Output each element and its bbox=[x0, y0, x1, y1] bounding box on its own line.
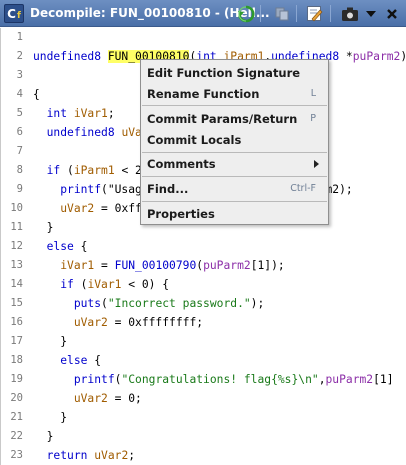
line-number: 17 bbox=[10, 335, 23, 347]
code-text: puts("Incorrect password."); bbox=[73, 297, 265, 310]
code-line: 23 return uVar2; bbox=[1, 446, 406, 465]
decompiler-app-icon: Cf bbox=[4, 4, 24, 23]
line-number: 20 bbox=[10, 392, 23, 404]
line-number: 15 bbox=[10, 297, 23, 309]
code-text: int iVar1; bbox=[46, 107, 115, 120]
app-icon-glyph: C bbox=[7, 6, 16, 21]
code-text: else { bbox=[60, 354, 102, 367]
line-number: 7 bbox=[16, 145, 23, 157]
menu-separator bbox=[142, 176, 327, 177]
context-menu: Edit Function Signature Rename Function … bbox=[140, 59, 329, 225]
line-number: 22 bbox=[10, 430, 23, 442]
code-text: return uVar2; bbox=[46, 449, 136, 462]
code-text: printf("Congratulations! flag{%s}\n",puP… bbox=[73, 373, 394, 386]
code-line: 19 printf("Congratulations! flag{%s}\n",… bbox=[1, 370, 406, 389]
window-titlebar: Cf Decompile: FUN_00100810 - (Hell... bbox=[0, 0, 406, 27]
menu-separator bbox=[142, 105, 327, 106]
code-text: else { bbox=[46, 240, 88, 253]
line-number: 9 bbox=[16, 183, 23, 195]
code-text: iVar1 = FUN_00100790(puParm2[1]); bbox=[60, 259, 285, 272]
menu-separator bbox=[142, 201, 327, 202]
code-text: { bbox=[33, 88, 40, 101]
line-number: 5 bbox=[16, 107, 23, 119]
code-line: 13 iVar1 = FUN_00100790(puParm2[1]); bbox=[1, 256, 406, 275]
code-line: 15 puts("Incorrect password."); bbox=[1, 294, 406, 313]
code-text: if (iParm1 < 2 bbox=[46, 164, 142, 177]
menu-item-find[interactable]: Find... Ctrl-F bbox=[141, 178, 328, 199]
refresh-icon[interactable] bbox=[236, 4, 256, 23]
submenu-arrow-icon bbox=[314, 160, 319, 168]
close-icon[interactable] bbox=[382, 4, 402, 23]
code-line: 22 } bbox=[1, 427, 406, 446]
code-text: } bbox=[33, 411, 68, 424]
menu-item-label: Commit Params/Return bbox=[147, 111, 298, 126]
menu-item-label: Find... bbox=[147, 181, 189, 196]
menu-item-rename-function[interactable]: Rename Function L bbox=[141, 83, 328, 104]
app-icon-sub-glyph: f bbox=[16, 10, 21, 21]
line-number: 13 bbox=[10, 259, 23, 271]
toolbar-separator bbox=[260, 5, 261, 22]
line-number: 8 bbox=[16, 164, 23, 176]
code-text: } bbox=[33, 221, 54, 234]
edit-icon[interactable] bbox=[304, 4, 324, 23]
menu-item-label: Edit Function Signature bbox=[147, 65, 301, 80]
menu-item-label: Comments bbox=[147, 156, 216, 171]
menu-item-properties[interactable]: Properties bbox=[141, 203, 328, 224]
copy-icon[interactable] bbox=[272, 4, 292, 23]
menu-item-comments[interactable]: Comments bbox=[141, 153, 328, 174]
code-text: } bbox=[33, 335, 68, 348]
line-number: 2 bbox=[16, 50, 23, 62]
line-number: 23 bbox=[10, 449, 23, 461]
line-number: 12 bbox=[10, 240, 23, 252]
code-text: uVar2 = 0xffffffff; bbox=[73, 316, 204, 329]
menu-item-label: Properties bbox=[147, 206, 215, 221]
code-text: } bbox=[33, 430, 54, 443]
line-number: 1 bbox=[16, 31, 23, 43]
window-title: Decompile: FUN_00100810 - (Hell... bbox=[30, 6, 270, 20]
menu-item-commit-locals[interactable]: Commit Locals bbox=[141, 129, 328, 150]
line-number: 21 bbox=[10, 411, 23, 423]
menu-item-edit-function-signature[interactable]: Edit Function Signature bbox=[141, 62, 328, 83]
toolbar-separator bbox=[296, 5, 297, 22]
line-number: 4 bbox=[16, 88, 23, 100]
menu-item-accel: Ctrl-F bbox=[290, 183, 316, 194]
line-number: 11 bbox=[10, 221, 23, 233]
code-line: 18 else { bbox=[1, 351, 406, 370]
code-line: 14 if (iVar1 < 0) { bbox=[1, 275, 406, 294]
menu-item-commit-params-return[interactable]: Commit Params/Return P bbox=[141, 108, 328, 129]
line-number: 18 bbox=[10, 354, 23, 366]
menu-item-accel: P bbox=[310, 113, 316, 124]
menu-item-label: Rename Function bbox=[147, 86, 260, 101]
line-number: 6 bbox=[16, 126, 23, 138]
code-line: 21 } bbox=[1, 408, 406, 427]
code-line: 20 uVar2 = 0; bbox=[1, 389, 406, 408]
menu-item-label: Commit Locals bbox=[147, 132, 242, 147]
line-number: 16 bbox=[10, 316, 23, 328]
line-number: 10 bbox=[10, 202, 23, 214]
line-number: 3 bbox=[16, 69, 23, 81]
menu-item-accel: L bbox=[310, 88, 316, 99]
code-line: 17 } bbox=[1, 332, 406, 351]
code-text: uVar2 = 0; bbox=[73, 392, 142, 405]
code-text: uVar2 = 0xff bbox=[60, 202, 142, 215]
toolbar-separator bbox=[330, 5, 331, 22]
line-number: 14 bbox=[10, 278, 23, 290]
code-line: 1 bbox=[1, 28, 406, 47]
code-line: 16 uVar2 = 0xffffffff; bbox=[1, 313, 406, 332]
menu-dropdown-icon[interactable] bbox=[361, 4, 381, 23]
line-number: 19 bbox=[10, 373, 23, 385]
code-text: undefined8 uVa bbox=[46, 126, 142, 139]
code-line: 12 else { bbox=[1, 237, 406, 256]
snapshot-icon[interactable] bbox=[340, 4, 360, 23]
code-text: if (iVar1 < 0) { bbox=[60, 278, 170, 291]
